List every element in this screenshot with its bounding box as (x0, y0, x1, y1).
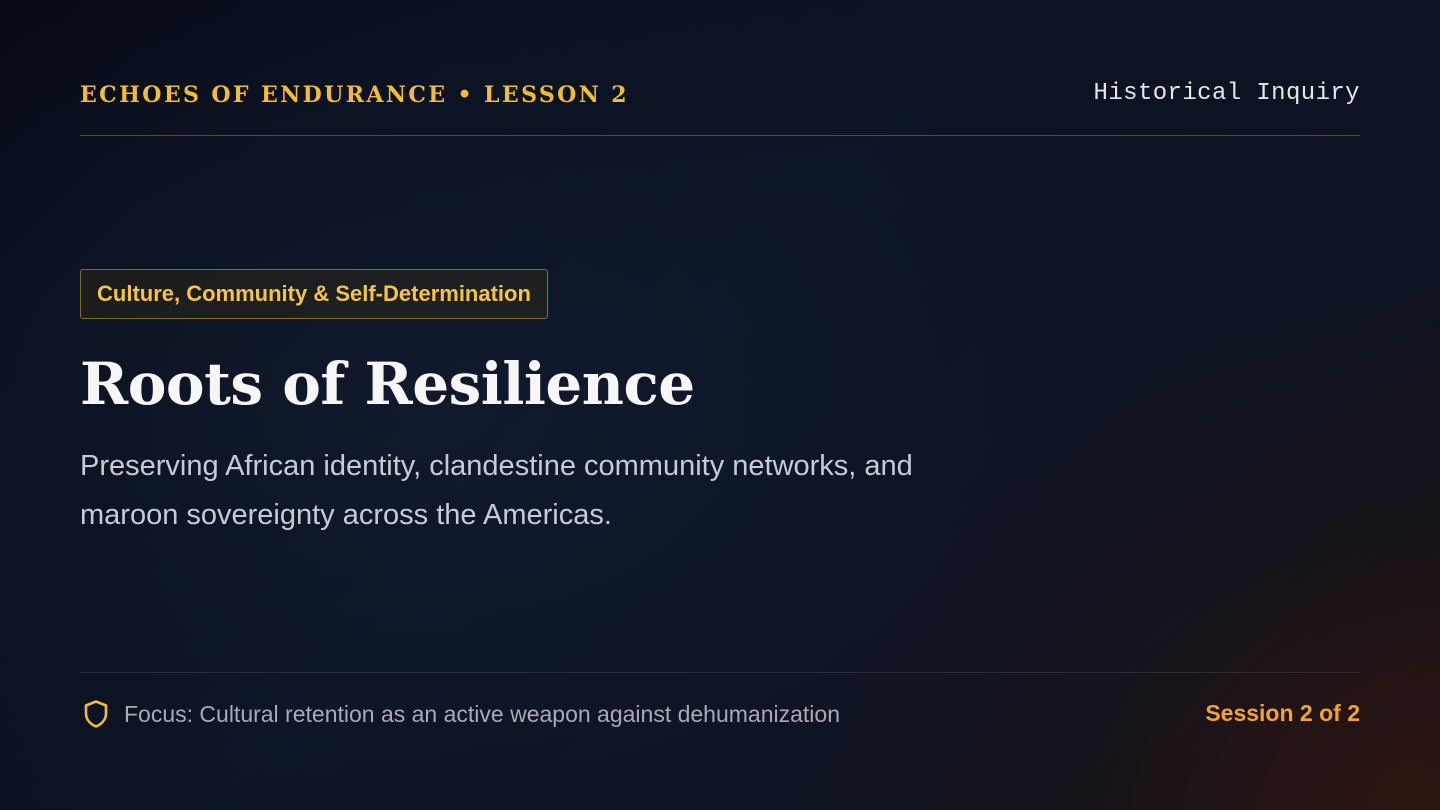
topic-badge: Culture, Community & Self-Determination (80, 269, 548, 319)
footer-bar: Focus: Cultural retention as an active w… (80, 672, 1360, 754)
header-tag: Historical Inquiry (1093, 80, 1360, 107)
focus-text: Focus: Cultural retention as an active w… (124, 700, 840, 727)
session-indicator: Session 2 of 2 (1205, 700, 1360, 726)
focus-note: Focus: Cultural retention as an active w… (80, 697, 840, 731)
page-title: Roots of Resilience (80, 350, 695, 418)
series-title: ECHOES OF ENDURANCE • LESSON 2 (80, 82, 630, 108)
header-bar: ECHOES OF ENDURANCE • LESSON 2 Historica… (80, 78, 1360, 136)
shield-icon (80, 698, 112, 730)
page-subtitle: Preserving African identity, clandestine… (80, 450, 913, 531)
slide: ECHOES OF ENDURANCE • LESSON 2 Historica… (80, 0, 1360, 810)
